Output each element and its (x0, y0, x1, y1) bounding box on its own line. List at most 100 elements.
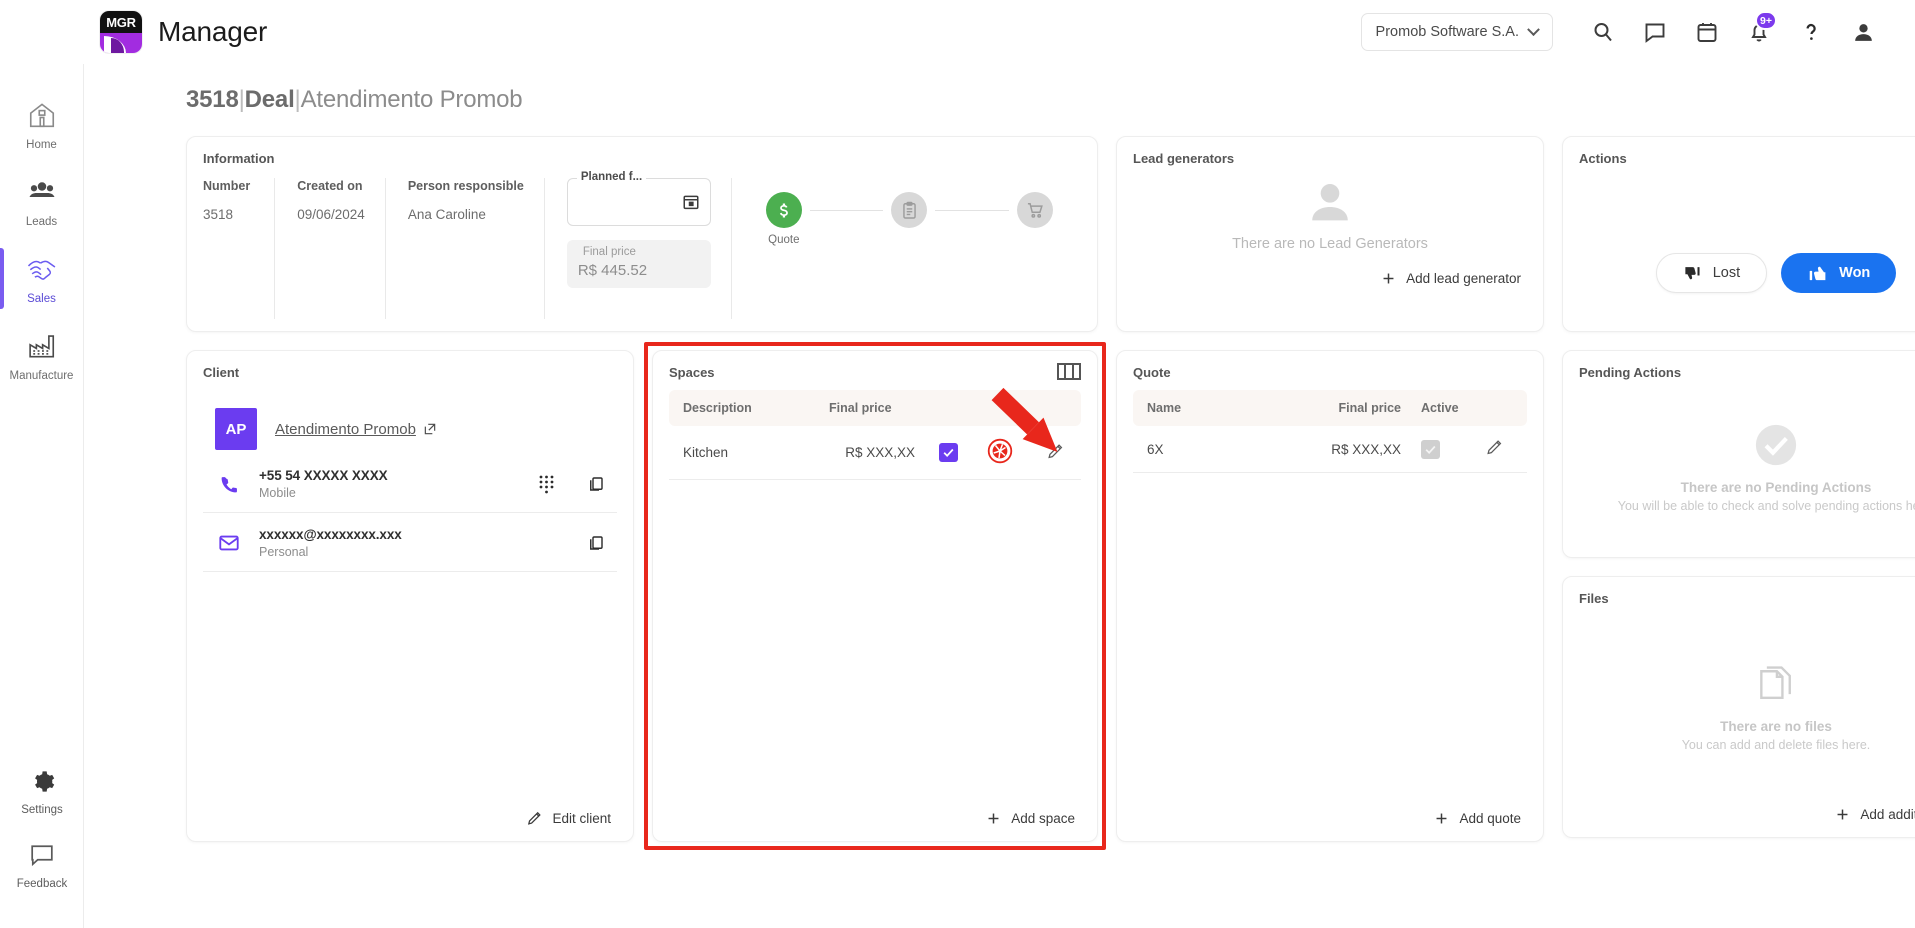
dialpad-icon[interactable] (529, 475, 563, 494)
table-row[interactable]: 6X R$ XXX,XX (1133, 426, 1527, 473)
sidebar-bottom: Settings Feedback (0, 754, 83, 928)
final-price-value: R$ 445.52 (577, 262, 648, 279)
home-icon (27, 100, 57, 133)
copy-icon[interactable] (579, 475, 613, 493)
quote-row-actions-cell (1475, 426, 1527, 473)
spaces-col-active (929, 390, 977, 426)
add-additional-file-button[interactable]: Add additional file (1579, 798, 1915, 825)
calendar-icon[interactable] (1681, 7, 1733, 57)
quote-title: Quote (1133, 365, 1171, 380)
spaces-header-row: Description Final price (669, 390, 1081, 426)
files-placeholder-icon (1760, 665, 1791, 699)
sidebar-item-settings[interactable]: Settings (0, 754, 84, 828)
step-connector (809, 210, 884, 211)
calendar-picker-icon[interactable] (682, 193, 700, 216)
add-lead-generator-button[interactable]: Add lead generator (1133, 262, 1527, 289)
sidebar-item-sales[interactable]: Sales (0, 240, 84, 317)
client-header: AP Atendimento Promob (215, 408, 617, 450)
dashboard-grid: Information Number 3518 Created on 09/06… (110, 136, 1915, 842)
contact-phone-type: Mobile (259, 486, 296, 500)
check-circle-icon (1755, 424, 1797, 466)
spaces-row-active-cell (929, 426, 977, 480)
info-number-value: 3518 (203, 206, 234, 222)
thumbs-down-icon (1685, 266, 1700, 279)
contact-row-phone: +55 54 XXXXX XXXX Mobile (203, 454, 617, 513)
add-space-button[interactable]: Add space (669, 802, 1081, 829)
org-selector-label: Promob Software S.A. (1375, 24, 1519, 40)
spaces-row-edit-icon[interactable] (1046, 443, 1065, 464)
pencil-icon (1487, 440, 1502, 455)
table-row[interactable]: Kitchen R$ XXX,XX (669, 426, 1081, 480)
client-name-link[interactable]: Atendimento Promob (275, 421, 437, 438)
external-link-icon (424, 423, 436, 435)
won-label: Won (1839, 265, 1871, 281)
won-button[interactable]: Won (1781, 253, 1897, 293)
chat-icon[interactable] (1629, 7, 1681, 57)
spaces-title: Spaces (669, 365, 715, 380)
page-title-name: Atendimento Promob (300, 86, 523, 113)
spaces-table: Description Final price Kitchen R$ XXX,X… (669, 390, 1081, 480)
bell-icon[interactable]: 9+ (1733, 7, 1785, 57)
dollar-icon (765, 192, 802, 228)
sidebar-item-leads[interactable]: Leads (0, 163, 84, 240)
account-icon[interactable] (1837, 7, 1889, 57)
contact-row-email: xxxxxx@xxxxxxxx.xxx Personal (203, 513, 617, 572)
planned-for-field[interactable]: Planned f... (566, 171, 711, 226)
info-created-value: 09/06/2024 (297, 206, 365, 222)
chat-bubble-icon (27, 842, 57, 872)
spaces-row-status-cell (977, 426, 1035, 480)
logo-text: MGR (100, 11, 142, 33)
add-quote-label: Add quote (1459, 811, 1521, 826)
client-title: Client (203, 365, 240, 380)
actions-buttons: Lost Won (1579, 253, 1915, 319)
sidebar-item-label: Settings (21, 804, 63, 816)
info-fields: Planned f... Final price R$ 445.52 (545, 171, 732, 319)
checkbox-checked-icon[interactable] (939, 443, 958, 462)
information-body: Number 3518 Created on 09/06/2024 Person… (203, 171, 1081, 319)
org-selector[interactable]: Promob Software S.A. (1360, 13, 1553, 51)
pending-actions-empty: There are no Pending Actions You will be… (1579, 390, 1915, 545)
mgr-logo-icon: MGR (100, 11, 142, 53)
files-title: Files (1579, 591, 1609, 606)
promob-icon[interactable] (987, 438, 1013, 467)
add-quote-button[interactable]: Add quote (1133, 802, 1527, 829)
search-icon[interactable] (1577, 7, 1629, 57)
sidebar-item-manufacture[interactable]: Manufacture (0, 317, 84, 394)
lead-generators-title: Lead generators (1133, 151, 1235, 166)
quote-row-active-cell (1411, 426, 1475, 473)
page-title: 3518|Deal|Atendimento Promob (186, 86, 1889, 114)
spaces-col-actions (1035, 390, 1081, 426)
edit-client-label: Edit client (552, 811, 611, 826)
step-quote-label: Quote (768, 234, 800, 246)
quote-row-edit-icon[interactable] (1485, 440, 1504, 460)
add-space-label: Add space (1011, 811, 1075, 826)
client-card: Client AP Atendimento Promob +55 54 XXXX… (186, 350, 634, 842)
files-card: Files There are no files You can add and… (1562, 576, 1915, 838)
actions-title: Actions (1579, 151, 1627, 166)
people-icon (27, 177, 57, 210)
copy-icon[interactable] (579, 534, 613, 552)
avatar: AP (215, 408, 257, 450)
help-icon[interactable] (1785, 7, 1837, 57)
main-content: 3518|Deal|Atendimento Promob Information… (84, 64, 1915, 928)
step-quote[interactable]: Quote (758, 192, 810, 246)
lost-button[interactable]: Lost (1655, 253, 1768, 293)
files-empty-sub: You can add and delete files here. (1681, 737, 1871, 752)
sidebar-item-feedback[interactable]: Feedback (0, 828, 84, 902)
step-purchase[interactable] (1009, 192, 1061, 234)
panel-split-icon[interactable] (1057, 363, 1081, 380)
step-order[interactable] (883, 192, 935, 234)
logo-swoosh (100, 33, 142, 53)
quote-row-name: 6X (1133, 426, 1303, 473)
plus-icon (1837, 809, 1848, 820)
edit-client-button[interactable]: Edit client (203, 802, 617, 829)
quote-row-final-price: R$ XXX,XX (1303, 426, 1411, 473)
sidebar-item-home[interactable]: Home (0, 86, 84, 163)
brand-name: Manager (158, 16, 268, 47)
lead-generators-empty-text: There are no Lead Generators (1232, 236, 1428, 252)
add-lead-generator-label: Add lead generator (1406, 271, 1521, 286)
handshake-icon (26, 254, 58, 287)
clipboard-icon (891, 192, 928, 228)
plus-icon (1383, 273, 1394, 284)
factory-icon (27, 331, 57, 364)
